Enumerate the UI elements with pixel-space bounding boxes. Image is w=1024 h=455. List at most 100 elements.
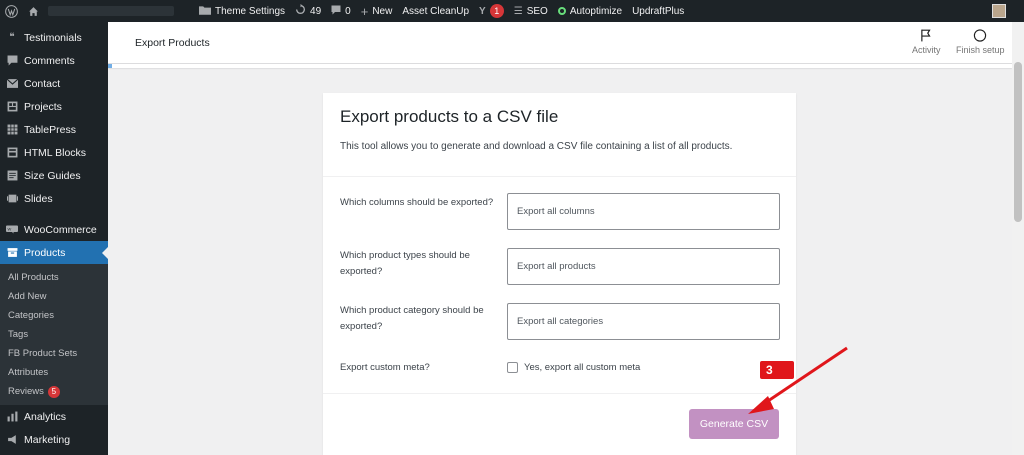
sidebar-item-testimonials[interactable]: ❝ Testimonials <box>0 26 108 49</box>
portfolio-icon <box>6 101 18 113</box>
card-description: This tool allows you to generate and dow… <box>340 141 733 152</box>
submenu-add-new[interactable]: Add New <box>0 287 108 306</box>
sidebar-item-contact[interactable]: Contact <box>0 72 108 95</box>
sidebar-item-marketing[interactable]: Marketing <box>0 428 108 451</box>
sidebar-item-analytics[interactable]: Analytics <box>0 405 108 428</box>
sidebar-item-label: WooCommerce <box>24 223 97 236</box>
updates-link[interactable]: 49 <box>290 0 326 22</box>
sidebar-item-label: Marketing <box>24 433 71 446</box>
admin-sidebar: ❝ Testimonials Comments Contact Projects… <box>0 22 108 455</box>
megaphone-icon <box>6 434 18 446</box>
card-footer: Generate CSV <box>323 393 796 455</box>
seo-label: SEO <box>526 5 548 17</box>
product-category-select[interactable]: Export all categories <box>507 303 780 340</box>
finish-setup-button[interactable]: Finish setup <box>956 28 1005 55</box>
step-number-badge: 3 <box>760 361 794 379</box>
sidebar-item-projects[interactable]: Projects <box>0 95 108 118</box>
new-content-link[interactable]: + New <box>356 0 398 22</box>
custom-meta-checkbox[interactable] <box>507 362 518 373</box>
svg-text:W: W <box>8 227 12 232</box>
comments-count: 0 <box>345 5 351 17</box>
autoptimize-link[interactable]: Autoptimize <box>553 0 627 22</box>
slides-icon <box>6 193 18 205</box>
sidebar-item-html-blocks[interactable]: HTML Blocks <box>0 141 108 164</box>
submenu-all-products[interactable]: All Products <box>0 268 108 287</box>
comments-link[interactable]: 0 <box>326 0 356 22</box>
yoast-icon: Y <box>479 5 486 17</box>
custom-meta-checkbox-label: Yes, export all custom meta <box>524 362 641 373</box>
submenu-attributes[interactable]: Attributes <box>0 363 108 382</box>
submenu-label: All Products <box>8 272 59 283</box>
sidebar-item-label: Products <box>24 246 66 259</box>
sidebar-item-woocommerce[interactable]: W WooCommerce <box>0 218 108 241</box>
wordpress-logo-icon[interactable] <box>0 0 23 22</box>
admin-bar: Theme Settings 49 0 + New Asset CleanUp … <box>0 0 1024 22</box>
custom-meta-label: Export custom meta? <box>340 362 430 373</box>
site-name[interactable] <box>48 6 174 16</box>
progress-circle-icon <box>973 28 987 42</box>
scrollbar-thumb[interactable] <box>1014 62 1022 222</box>
yoast-seo-link[interactable]: Y 1 <box>474 0 509 22</box>
product-types-select[interactable]: Export all products <box>507 248 780 285</box>
submenu-fb-product-sets[interactable]: FB Product Sets <box>0 344 108 363</box>
avatar[interactable] <box>992 4 1006 18</box>
asset-cleanup-link[interactable]: Asset CleanUp <box>397 0 474 22</box>
sidebar-item-label: HTML Blocks <box>24 146 87 159</box>
menu-separator <box>0 210 108 218</box>
submenu-label: Tags <box>8 329 29 340</box>
yoast-notification-badge: 1 <box>489 4 504 18</box>
activity-button[interactable]: Activity <box>912 28 941 55</box>
sidebar-item-comments[interactable]: Comments <box>0 49 108 72</box>
updraftplus-label: UpdraftPlus <box>632 5 685 17</box>
sidebar-item-label: TablePress <box>24 123 76 136</box>
mail-icon <box>6 78 18 90</box>
activity-label: Activity <box>912 45 941 55</box>
blocks-icon <box>6 147 18 159</box>
new-label: New <box>372 5 393 17</box>
bar-chart-icon <box>6 411 18 423</box>
submenu-label: Attributes <box>8 367 49 378</box>
quote-icon: ❝ <box>9 32 15 43</box>
sidebar-item-tablepress[interactable]: TablePress <box>0 118 108 141</box>
submenu-categories[interactable]: Categories <box>0 306 108 325</box>
home-icon[interactable] <box>23 0 44 22</box>
product-category-label: Which product category should be exporte… <box>340 305 484 332</box>
theme-settings-link[interactable]: Theme Settings <box>194 0 290 22</box>
autoptimize-status-icon <box>557 7 566 15</box>
seo-menu-icon: ☰ <box>513 5 523 17</box>
page-title: Export Products <box>135 37 210 49</box>
guide-icon <box>6 170 18 182</box>
woocommerce-icon: W <box>6 224 18 236</box>
submenu-label: Categories <box>8 310 54 321</box>
notice-bar <box>108 64 1012 68</box>
archive-icon <box>6 247 18 259</box>
comment-icon <box>6 55 18 67</box>
submenu-label: Add New <box>8 291 47 302</box>
submenu-label: Reviews <box>8 386 44 397</box>
sidebar-item-products[interactable]: Products <box>0 241 108 264</box>
submenu-reviews[interactable]: Reviews 5 <box>0 382 108 401</box>
updraftplus-link[interactable]: UpdraftPlus <box>627 0 689 22</box>
reviews-count-badge: 5 <box>47 385 60 398</box>
sidebar-item-size-guides[interactable]: Size Guides <box>0 164 108 187</box>
card-header: Export products to a CSV file This tool … <box>323 93 796 177</box>
updates-count: 49 <box>310 5 322 17</box>
folder-icon <box>199 5 211 18</box>
theme-settings-label: Theme Settings <box>215 5 286 17</box>
page-header: Export Products Activity Finish setup <box>108 22 1012 64</box>
submenu-tags[interactable]: Tags <box>0 325 108 344</box>
sidebar-item-label: Contact <box>24 77 61 90</box>
generate-csv-button[interactable]: Generate CSV <box>689 409 779 439</box>
page-scrollbar[interactable] <box>1012 22 1024 455</box>
comment-bubble-icon <box>331 5 341 18</box>
seo-link[interactable]: ☰ SEO <box>509 0 553 22</box>
flag-icon <box>919 28 933 42</box>
submenu-label: FB Product Sets <box>8 348 78 359</box>
custom-meta-option[interactable]: Yes, export all custom meta <box>507 362 640 373</box>
columns-label: Which columns should be exported? <box>340 197 494 208</box>
columns-select[interactable]: Export all columns <box>507 193 780 230</box>
asset-cleanup-label: Asset CleanUp <box>402 5 470 17</box>
plus-icon: + <box>360 3 369 19</box>
sidebar-item-slides[interactable]: Slides <box>0 187 108 210</box>
sidebar-item-label: Analytics <box>24 410 67 423</box>
